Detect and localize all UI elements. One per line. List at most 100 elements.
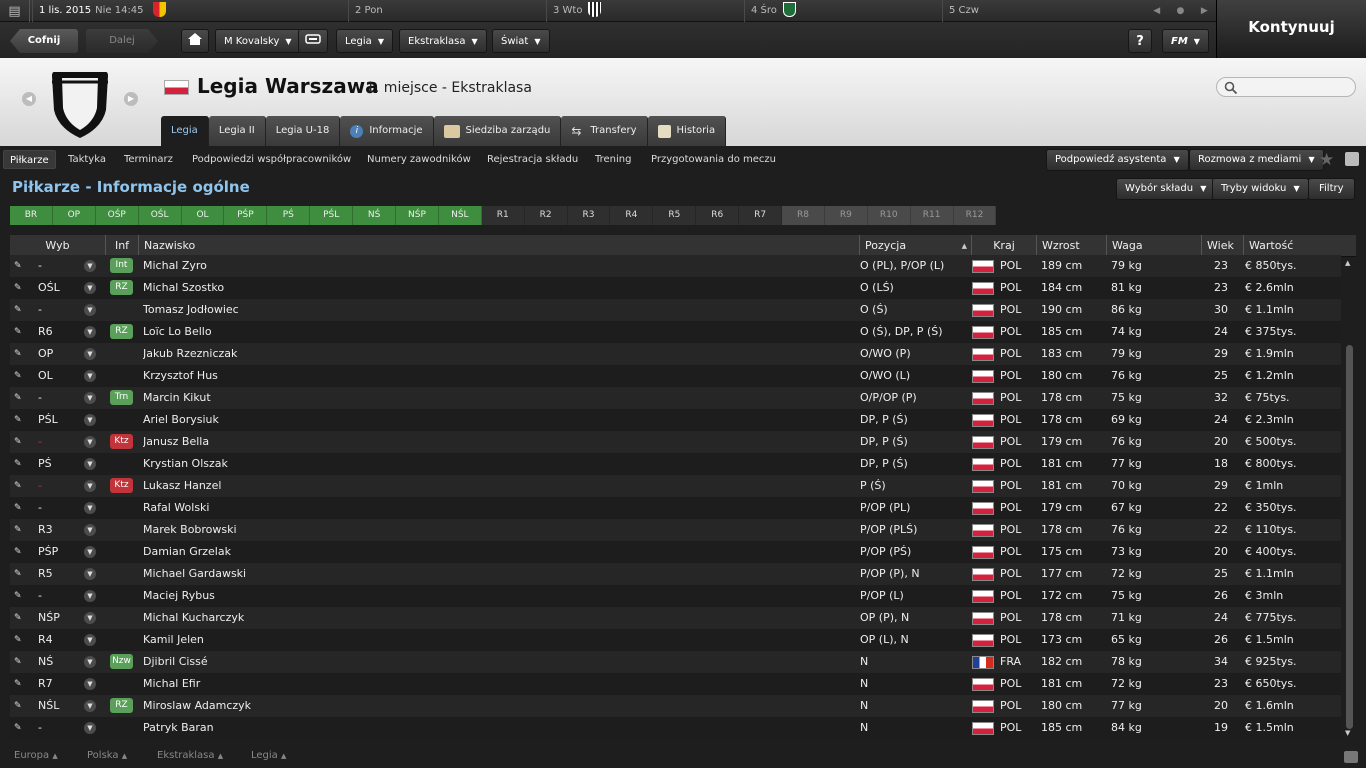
squad-select-button[interactable]: Wybór składu ▼: [1116, 178, 1216, 200]
player-name[interactable]: Damian Grzelak: [143, 541, 853, 563]
selection-cell[interactable]: -: [38, 299, 83, 321]
prev-week-icon[interactable]: ◀: [1153, 6, 1160, 16]
selection-cell[interactable]: NŚL: [38, 695, 83, 717]
chevron-down-icon[interactable]: ▼: [84, 282, 96, 294]
chevron-down-icon[interactable]: ▼: [84, 260, 96, 272]
table-row[interactable]: ✎ NŚ ▼ Nzw Djibril Cissé N FRA 182 cm 78 kg 34 € 9…: [10, 651, 1341, 673]
chevron-down-icon[interactable]: ▼: [84, 326, 96, 338]
pin-icon[interactable]: ✎: [14, 563, 22, 585]
table-row[interactable]: ✎ - ▼ Int Michal Zyro O (PL), P/OP (L) POL 189 …: [10, 255, 1341, 277]
col-header-inf[interactable]: Inf: [105, 235, 138, 257]
table-row[interactable]: ✎ PŚP ▼ Damian Grzelak P/OP (PŚ) POL 175 cm 73 …: [10, 541, 1341, 563]
player-name[interactable]: Patryk Baran: [143, 717, 853, 739]
pin-icon[interactable]: ✎: [14, 365, 22, 387]
table-row[interactable]: ✎ - ▼ Rafal Wolski P/OP (PL) POL 179 cm 67 kg 22…: [10, 497, 1341, 519]
subnav-pilkarze[interactable]: Piłkarze: [3, 150, 56, 169]
tab-informacje[interactable]: i Informacje: [340, 116, 434, 146]
pin-icon[interactable]: ✎: [14, 409, 22, 431]
chevron-down-icon[interactable]: ▼: [84, 458, 96, 470]
player-name[interactable]: Miroslaw Adamczyk: [143, 695, 853, 717]
table-row[interactable]: ✎ NŚL ▼ RZ Miroslaw Adamczyk N POL 180 cm 77 kg 2…: [10, 695, 1341, 717]
day-slot[interactable]: 5 Czw: [942, 0, 1145, 22]
panel-toggle-icon[interactable]: [1344, 751, 1358, 763]
selection-cell[interactable]: R5: [38, 563, 83, 585]
table-row[interactable]: ✎ OL ▼ Krzysztof Hus O/WO (L) POL 180 cm 76 kg 2…: [10, 365, 1341, 387]
selection-cell[interactable]: -: [38, 387, 83, 409]
table-row[interactable]: ✎ PŚ ▼ Krystian Olszak DP, P (Ś) POL 181 cm 77 …: [10, 453, 1341, 475]
pin-icon[interactable]: ✎: [14, 343, 22, 365]
table-row[interactable]: ✎ OP ▼ Jakub Rzezniczak O/WO (P) POL 183 cm 79 …: [10, 343, 1341, 365]
pin-icon[interactable]: ✎: [14, 321, 22, 343]
next-club-icon[interactable]: ▶: [124, 92, 138, 106]
position-slot[interactable]: R11: [910, 206, 954, 225]
selection-cell[interactable]: -: [38, 475, 83, 497]
opponent-crest-icon[interactable]: [782, 2, 796, 17]
chevron-down-icon[interactable]: ▼: [84, 612, 96, 624]
day-slot[interactable]: 3 Wto: [546, 0, 744, 22]
table-row[interactable]: ✎ - ▼ Ktz Lukasz Hanzel P (Ś) POL 181 cm 70 kg 29…: [10, 475, 1341, 497]
search-input[interactable]: [1216, 77, 1356, 97]
pin-icon[interactable]: ✎: [14, 673, 22, 695]
today-icon[interactable]: ●: [1177, 6, 1185, 16]
position-slot[interactable]: OŚL: [138, 206, 182, 225]
col-header-age[interactable]: Wiek: [1201, 235, 1243, 257]
selection-cell[interactable]: OL: [38, 365, 83, 387]
tab-legia-u18[interactable]: Legia U-18: [265, 116, 341, 146]
subnav-trening[interactable]: Trening: [589, 150, 637, 169]
selection-cell[interactable]: -: [38, 497, 83, 519]
table-row[interactable]: ✎ - ▼ Trn Marcin Kikut O/P/OP (P) POL 178 cm 75 …: [10, 387, 1341, 409]
table-row[interactable]: ✎ PŚL ▼ Ariel Borysiuk DP, P (Ś) POL 178 cm 69 …: [10, 409, 1341, 431]
breadcrumb-item[interactable]: Europa ▲: [14, 750, 58, 761]
vertical-scrollbar[interactable]: ▲ ▼: [1343, 257, 1356, 739]
col-header-weight[interactable]: Waga: [1106, 235, 1201, 257]
table-row[interactable]: ✎ R3 ▼ Marek Bobrowski P/OP (PLŚ) POL 178 cm 76…: [10, 519, 1341, 541]
subnav-przygotowania[interactable]: Przygotowania do meczu: [645, 150, 782, 169]
table-row[interactable]: ✎ NŚP ▼ Michal Kucharczyk OP (P), N POL 178 cm…: [10, 607, 1341, 629]
position-slot[interactable]: R7: [739, 206, 783, 225]
scrollbar-thumb[interactable]: [1346, 345, 1353, 729]
player-name[interactable]: Krystian Olszak: [143, 453, 853, 475]
player-name[interactable]: Michal Zyro: [143, 255, 853, 277]
player-name[interactable]: Krzysztof Hus: [143, 365, 853, 387]
position-slot[interactable]: R5: [653, 206, 697, 225]
position-slot[interactable]: PŚP: [224, 206, 268, 225]
selection-cell[interactable]: OP: [38, 343, 83, 365]
position-slot[interactable]: R12: [953, 206, 997, 225]
pin-icon[interactable]: ✎: [14, 607, 22, 629]
tab-legia-ii[interactable]: Legia II: [208, 116, 266, 146]
player-name[interactable]: Jakub Rzezniczak: [143, 343, 853, 365]
world-menu[interactable]: Świat ▼: [492, 29, 550, 53]
breadcrumb-item[interactable]: Ekstraklasa ▲: [157, 750, 223, 761]
chevron-down-icon[interactable]: ▼: [84, 304, 96, 316]
club-menu[interactable]: Legia ▼: [336, 29, 393, 53]
player-name[interactable]: Michal Efir: [143, 673, 853, 695]
selection-cell[interactable]: NŚ: [38, 651, 83, 673]
opponent-crest-icon[interactable]: [152, 2, 166, 17]
col-header-name[interactable]: Nazwisko: [138, 235, 859, 257]
filters-button[interactable]: Filtry: [1308, 178, 1355, 200]
position-slot[interactable]: R4: [610, 206, 654, 225]
position-slot[interactable]: OŚP: [95, 206, 139, 225]
chevron-down-icon[interactable]: ▼: [84, 568, 96, 580]
position-slot[interactable]: PŚL: [310, 206, 354, 225]
pin-icon[interactable]: ✎: [14, 519, 22, 541]
day-slot[interactable]: 4 Śro: [744, 0, 942, 22]
table-row[interactable]: ✎ - ▼ Patryk Baran N POL 185 cm 84 kg 19 € 1.5mln: [10, 717, 1341, 739]
table-row[interactable]: ✎ R5 ▼ Michael Gardawski P/OP (P), N POL 177 c…: [10, 563, 1341, 585]
chevron-down-icon[interactable]: ▼: [84, 546, 96, 558]
player-name[interactable]: Maciej Rybus: [143, 585, 853, 607]
selection-cell[interactable]: -: [38, 255, 83, 277]
pin-icon[interactable]: ✎: [14, 431, 22, 453]
tab-siedziba[interactable]: Siedziba zarządu: [433, 116, 562, 146]
table-row[interactable]: ✎ R7 ▼ Michal Efir N POL 181 cm 72 kg 23 € 650tys…: [10, 673, 1341, 695]
chevron-down-icon[interactable]: ▼: [84, 502, 96, 514]
pin-icon[interactable]: ✎: [14, 695, 22, 717]
breadcrumb-item[interactable]: Legia ▲: [251, 750, 286, 761]
position-slot[interactable]: NŚL: [438, 206, 482, 225]
player-name[interactable]: Lukasz Hanzel: [143, 475, 853, 497]
col-header-nat[interactable]: Kraj: [971, 235, 1036, 257]
chevron-down-icon[interactable]: ▼: [84, 480, 96, 492]
chevron-down-icon[interactable]: ▼: [84, 656, 96, 668]
pin-icon[interactable]: ✎: [14, 475, 22, 497]
chevron-down-icon[interactable]: ▼: [84, 370, 96, 382]
